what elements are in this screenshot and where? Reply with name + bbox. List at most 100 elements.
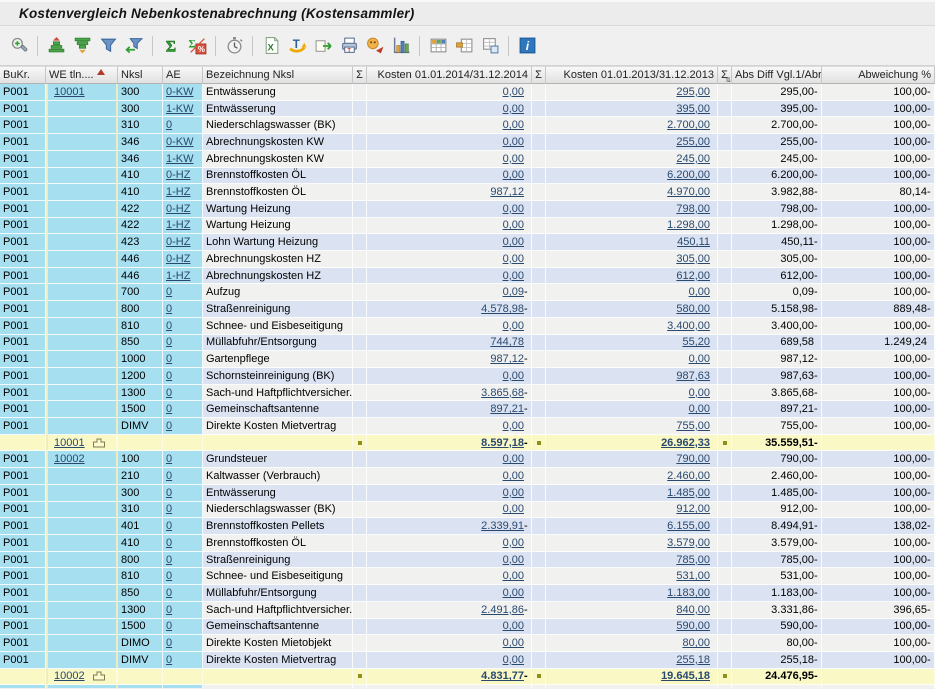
amount-value[interactable]: 0,00 — [503, 370, 524, 382]
amount-value[interactable]: 0,00 — [503, 153, 524, 165]
amount-value[interactable]: 790,00 — [676, 453, 710, 465]
amount-value[interactable]: 450,11 — [677, 236, 710, 248]
table-row[interactable]: P001DIMO0Direkte Kosten Mietobjekt0,0080… — [0, 635, 935, 652]
cell-link[interactable]: 0-HZ — [166, 203, 190, 215]
cell-link[interactable]: 0 — [166, 453, 172, 465]
col-header-k2014[interactable]: Kosten 01.01.2014/31.12.2014 — [367, 66, 532, 84]
amount-value[interactable]: 0,00 — [503, 119, 524, 131]
amount-value[interactable]: 3.865,68 — [481, 387, 524, 399]
cell-link[interactable]: 0 — [166, 336, 172, 348]
amount-value[interactable]: 987,63 — [676, 370, 710, 382]
table-row[interactable]: P0018500Müllabfuhr/Entsorgung0,001.183,0… — [0, 585, 935, 602]
amount-value[interactable]: 255,18 — [676, 654, 710, 666]
table-row[interactable]: P0014100-HZBrennstoffkosten ÖL0,006.200,… — [0, 168, 935, 185]
table-row[interactable]: P0014220-HZWartung Heizung0,00798,00798,… — [0, 201, 935, 218]
cell-link[interactable]: 1-KW — [166, 103, 194, 115]
cell-link[interactable]: 0 — [166, 320, 172, 332]
amount-value[interactable]: 4.578,98 — [481, 303, 524, 315]
amount-value[interactable]: 0,00 — [503, 86, 524, 98]
amount-value[interactable]: 798,00 — [676, 203, 710, 215]
cell-link[interactable]: 0 — [166, 470, 172, 482]
amount-value[interactable]: 987,12 — [490, 353, 524, 365]
amount-value[interactable]: 840,00 — [676, 604, 710, 616]
subtotal-row[interactable]: 100024.831,77-19.645,1824.476,95- — [0, 669, 935, 686]
table-row[interactable]: P0014460-HZAbrechnungskosten HZ0,00305,0… — [0, 251, 935, 268]
amount-value[interactable]: 1.485,00 — [667, 487, 710, 499]
table-row[interactable]: P0013460-KWAbrechnungskosten KW0,00255,0… — [0, 134, 935, 151]
col-header-bukr[interactable]: BuKr. — [0, 66, 46, 84]
toolbar-button-layout-save[interactable] — [478, 34, 502, 58]
amount-value[interactable]: 0,00 — [503, 570, 524, 582]
amount-value[interactable]: 912,00 — [676, 503, 710, 515]
amount-value[interactable]: 744,78 — [490, 336, 524, 348]
cell-link[interactable]: 0 — [166, 520, 172, 532]
cell-link[interactable]: 0 — [166, 353, 172, 365]
cell-link[interactable]: 0 — [166, 487, 172, 499]
col-header-we[interactable]: WE tln.... — [46, 66, 118, 84]
amount-value[interactable]: 19.645,18 — [661, 670, 710, 682]
table-row[interactable]: P0018500Müllabfuhr/Entsorgung744,7855,20… — [0, 335, 935, 352]
table-row[interactable]: P001100021000Grundsteuer0,00790,00790,00… — [0, 451, 935, 468]
cell-link[interactable]: 1-HZ — [166, 270, 190, 282]
toolbar-button-sum[interactable]: Σ — [159, 34, 183, 58]
amount-value[interactable]: 6.200,00 — [667, 169, 710, 181]
col-header-sum1[interactable]: Σ — [353, 66, 367, 84]
amount-value[interactable]: 612,00 — [676, 270, 710, 282]
cell-link[interactable]: 0 — [166, 119, 172, 131]
col-header-abw[interactable]: Abweichung % — [822, 66, 935, 84]
amount-value[interactable]: 255,00 — [676, 136, 710, 148]
cell-link[interactable]: 0 — [166, 403, 172, 415]
table-row[interactable]: P0014221-HZWartung Heizung0,001.298,001.… — [0, 218, 935, 235]
amount-value[interactable]: 987,12 — [490, 186, 524, 198]
amount-value[interactable]: 2.339,91 — [481, 520, 524, 532]
toolbar-button-export[interactable] — [311, 34, 335, 58]
cell-link[interactable]: 0 — [166, 587, 172, 599]
amount-value[interactable]: 0,00 — [503, 253, 524, 265]
cell-link[interactable]: 1-HZ — [166, 186, 190, 198]
amount-value[interactable]: 785,00 — [676, 554, 710, 566]
amount-value[interactable]: 0,09 — [503, 286, 524, 298]
table-row[interactable]: P0018100Schnee- und Eisbeseitigung0,003.… — [0, 318, 935, 335]
amount-value[interactable]: 0,00 — [503, 654, 524, 666]
amount-value[interactable]: 0,00 — [503, 136, 524, 148]
table-row[interactable]: P00115000Gemeinschaftsantenne0,00590,005… — [0, 619, 935, 636]
toolbar-button-print[interactable]: T — [337, 34, 361, 58]
amount-value[interactable]: 55,20 — [682, 336, 710, 348]
amount-value[interactable]: 3.400,00 — [667, 320, 710, 332]
table-row[interactable]: P0014101-HZBrennstoffkosten ÖL987,124.97… — [0, 184, 935, 201]
amount-value[interactable]: 80,00 — [682, 637, 710, 649]
cell-link[interactable]: 0-KW — [166, 86, 194, 98]
amount-value[interactable]: 395,00 — [676, 103, 710, 115]
cell-link[interactable]: 0 — [166, 537, 172, 549]
cell-link[interactable]: 0 — [166, 554, 172, 566]
table-row[interactable]: P0012100Kaltwasser (Verbrauch)0,002.460,… — [0, 468, 935, 485]
amount-value[interactable]: 0,00 — [503, 537, 524, 549]
amount-value[interactable]: 0,00 — [689, 353, 710, 365]
amount-value[interactable]: 245,00 — [676, 153, 710, 165]
cell-link[interactable]: 0-HZ — [166, 169, 190, 181]
col-header-nksl[interactable]: Nksl — [118, 66, 163, 84]
cell-link[interactable]: 0 — [166, 303, 172, 315]
amount-value[interactable]: 0,00 — [503, 487, 524, 499]
table-row[interactable]: P001DIMV0Direkte Kosten Mietvertrag0,007… — [0, 418, 935, 435]
table-row[interactable]: P0014100Brennstoffkosten ÖL0,003.579,003… — [0, 535, 935, 552]
amount-value[interactable]: 4.831,77 — [481, 670, 524, 682]
col-header-k2013[interactable]: Kosten 01.01.2013/31.12.2013 — [546, 66, 718, 84]
amount-value[interactable]: 2.491,86 — [481, 604, 524, 616]
amount-value[interactable]: 0,00 — [503, 270, 524, 282]
table-row[interactable]: P0018000Straßenreinigung0,00785,00785,00… — [0, 552, 935, 569]
table-row[interactable]: P0018100Schnee- und Eisbeseitigung0,0053… — [0, 568, 935, 585]
table-row[interactable]: P0013100Niederschlagswasser (BK)0,002.70… — [0, 117, 935, 134]
amount-value[interactable]: 0,00 — [503, 219, 524, 231]
amount-value[interactable]: 1.298,00 — [667, 219, 710, 231]
toolbar-button-choose-detail[interactable] — [7, 34, 31, 58]
amount-value[interactable]: 0,00 — [689, 286, 710, 298]
amount-value[interactable]: 8.597,18 — [481, 437, 524, 449]
amount-value[interactable]: 4.970,00 — [667, 186, 710, 198]
table-row[interactable]: P0013001-KWEntwässerung0,00395,00395,00-… — [0, 101, 935, 118]
col-header-diff[interactable]: Abs Diff Vgl.1/Abr. — [732, 66, 822, 84]
cell-link[interactable]: 0-KW — [166, 136, 194, 148]
amount-value[interactable]: 755,00 — [676, 420, 710, 432]
toolbar-button-layout-change[interactable] — [452, 34, 476, 58]
amount-value[interactable]: 531,00 — [676, 570, 710, 582]
